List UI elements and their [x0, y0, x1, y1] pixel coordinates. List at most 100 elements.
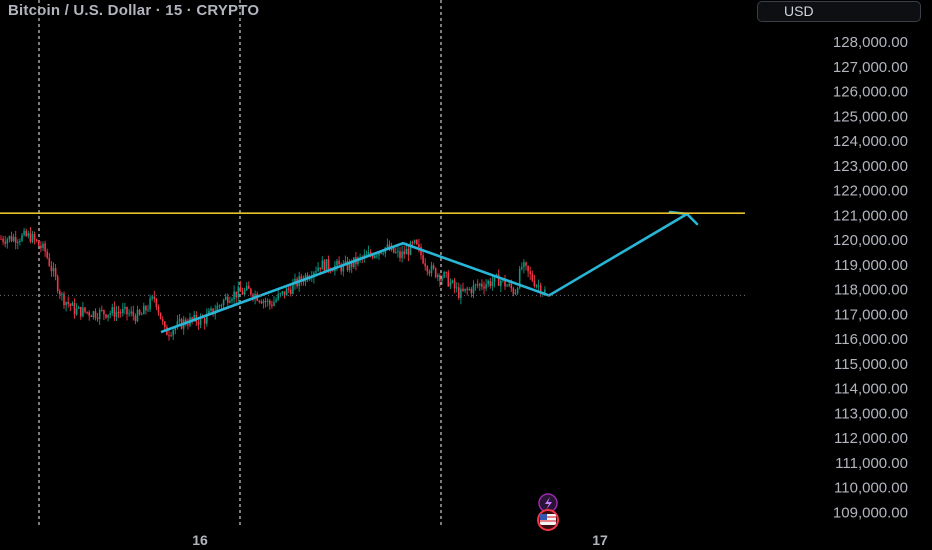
candle-body [336, 260, 338, 266]
candle-body [418, 244, 420, 248]
price-tick-label: 120,000.00 [833, 232, 908, 249]
candle-body [485, 284, 487, 289]
candle-body [262, 301, 265, 304]
candle-body [130, 311, 132, 314]
candle-body [237, 286, 240, 298]
candle-body [470, 288, 473, 294]
price-tick-label: 114,000.00 [834, 381, 908, 398]
candle-body [483, 286, 485, 289]
candle-body [525, 262, 527, 266]
candle-body [374, 255, 376, 258]
candle-body [168, 335, 170, 337]
candle-body [432, 265, 435, 269]
candle-body [489, 281, 492, 287]
candle-body [476, 284, 479, 286]
candle-body [439, 274, 441, 281]
candle-body [266, 300, 269, 302]
candle-body [281, 291, 284, 294]
candle-body [178, 319, 181, 322]
price-tick-label: 112,000.00 [834, 430, 908, 447]
candle-body [4, 241, 6, 244]
candle-body [92, 311, 95, 318]
candle-body [117, 311, 120, 313]
candle-body [27, 233, 30, 237]
candle-body [397, 251, 399, 253]
candle-body [23, 230, 25, 235]
candle-body [35, 239, 38, 242]
candle-body [170, 335, 172, 337]
candle-body [338, 260, 340, 265]
candle-body [395, 251, 397, 253]
candle-body [367, 252, 370, 255]
candle-body [428, 271, 431, 274]
candle-body [449, 282, 452, 287]
candle-body [535, 285, 538, 287]
candle-body [325, 259, 328, 272]
candle-body [96, 317, 99, 319]
candle-body [138, 310, 141, 315]
candle-body [315, 271, 317, 273]
candle-body [273, 301, 275, 306]
candle-body [220, 305, 223, 307]
event-markers[interactable] [537, 493, 559, 531]
us-flag-event-icon[interactable] [537, 509, 559, 531]
candle-body [109, 313, 111, 315]
candle-body [101, 309, 103, 311]
candle-body [269, 300, 271, 305]
candle-body [124, 306, 126, 309]
candle-body [409, 242, 412, 255]
candle-body [422, 255, 424, 264]
candle-body [279, 293, 282, 295]
candle-body [258, 300, 261, 302]
candle-body [98, 309, 101, 319]
candle-body [533, 280, 536, 287]
candle-body [464, 288, 466, 291]
candle-body [323, 260, 326, 272]
candle-body [155, 298, 158, 308]
currency-button[interactable]: USD [757, 1, 921, 22]
candle-body [405, 248, 408, 255]
candle-body [523, 262, 525, 268]
candle-body [197, 322, 200, 325]
candle-body [321, 260, 324, 270]
price-tick-label: 128,000.00 [833, 34, 908, 51]
candle-body [6, 239, 9, 244]
candle-body [376, 255, 378, 257]
price-tick-label: 123,000.00 [833, 158, 908, 175]
candle-body [491, 281, 494, 287]
time-tick-label: 17 [592, 532, 608, 548]
candle-body [455, 287, 458, 289]
candle-body [441, 277, 443, 281]
candle-body [105, 314, 107, 318]
candle-body [136, 310, 139, 322]
candle-body [59, 291, 61, 295]
candle-body [103, 309, 105, 315]
candle-body [287, 288, 290, 290]
candle-body [145, 306, 147, 311]
symbol-title[interactable]: Bitcoin / U.S. Dollar · 15 · CRYPTO [8, 2, 259, 19]
candle-body [128, 313, 130, 315]
candle-body [88, 312, 90, 316]
candle-body [290, 289, 292, 294]
time-tick-label: 16 [192, 532, 208, 548]
candle-body [82, 307, 84, 317]
candle-body [537, 285, 540, 287]
candle-body [235, 291, 237, 298]
price-axis[interactable]: 128,000.00 127,000.00 126,000.00 125,000.00… [745, 0, 932, 550]
candle-body [229, 300, 231, 303]
candle-body [472, 285, 475, 294]
candle-body [56, 276, 59, 292]
candle-body [514, 293, 517, 295]
candle-body [153, 296, 156, 299]
candle-body [451, 280, 454, 283]
candle-body [115, 311, 118, 317]
candle-body [500, 280, 502, 286]
candle-body [430, 265, 433, 274]
candle-body [31, 234, 34, 242]
candle-body [172, 330, 174, 336]
chart-canvas[interactable]: 121,083.19117,764.6908:18 128,000.00127,… [0, 0, 932, 550]
candle-body [61, 293, 63, 295]
candle-body [468, 288, 471, 290]
candle-body [327, 259, 330, 269]
candle-body [134, 315, 137, 322]
